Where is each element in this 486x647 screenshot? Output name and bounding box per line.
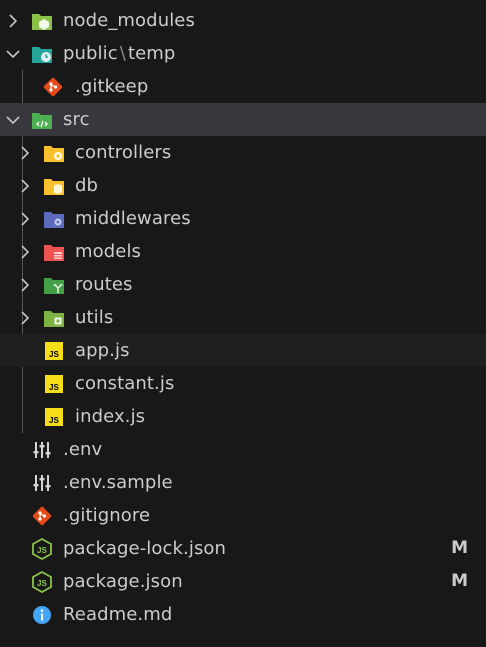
git-icon — [31, 505, 53, 527]
tree-item-label: Readme.md — [63, 604, 173, 625]
tree-item-label: .gitkeep — [75, 76, 149, 97]
tree-item-label: routes — [75, 274, 133, 295]
tree-item-label: index.js — [75, 406, 146, 427]
chevron-right-icon[interactable] — [18, 244, 32, 259]
path-segment-public[interactable]: public — [63, 43, 118, 64]
tree-item-label: controllers — [75, 142, 172, 163]
tree-item-index-js[interactable]: JS index.js — [0, 400, 486, 433]
tree-item-app-js[interactable]: JS app.js — [0, 334, 486, 367]
tree-item-gitignore[interactable]: .gitignore — [0, 499, 486, 532]
folder-middleware-icon — [43, 208, 65, 230]
svg-text:JS: JS — [37, 546, 47, 555]
folder-routes-icon — [43, 274, 65, 296]
chevron-right-icon[interactable] — [18, 310, 32, 325]
tree-item-label: package-lock.json — [63, 538, 227, 559]
nodejs-icon: JS — [31, 537, 53, 560]
tree-item-package-json[interactable]: JS package.json M — [0, 565, 486, 598]
chevron-right-icon[interactable] — [18, 178, 32, 193]
tree-item-label: db — [75, 175, 99, 196]
chevron-right-icon[interactable] — [18, 277, 32, 292]
folder-src-icon — [31, 109, 53, 131]
tree-item-routes[interactable]: routes — [0, 268, 486, 301]
svg-text:JS: JS — [49, 350, 59, 359]
tree-item-db[interactable]: db — [0, 169, 486, 202]
tree-item-gitkeep[interactable]: .gitkeep — [0, 70, 486, 103]
file-explorer-tree: node_modules public \ temp .gitkeep src … — [0, 0, 486, 647]
tree-item-constant-js[interactable]: JS constant.js — [0, 367, 486, 400]
tree-item-label: package.json — [63, 571, 183, 592]
git-status-badge: M — [451, 538, 468, 558]
tree-item-models[interactable]: models — [0, 235, 486, 268]
tree-item-label: src — [63, 109, 90, 130]
tree-item-label: app.js — [75, 340, 130, 361]
tree-item-env-sample[interactable]: .env.sample — [0, 466, 486, 499]
tree-item-env[interactable]: .env — [0, 433, 486, 466]
path-segment-temp[interactable]: temp — [128, 43, 176, 64]
nodejs-icon: JS — [31, 570, 53, 593]
folder-controller-icon — [43, 142, 65, 164]
chevron-right-icon[interactable] — [6, 13, 20, 28]
svg-text:JS: JS — [49, 383, 59, 392]
chevron-down-icon[interactable] — [6, 47, 20, 61]
folder-node-icon — [31, 10, 53, 32]
svg-text:JS: JS — [37, 579, 47, 588]
tree-item-label: middlewares — [75, 208, 191, 229]
tree-item-utils[interactable]: utils — [0, 301, 486, 334]
tree-item-label: models — [75, 241, 142, 262]
tree-item-label: .env.sample — [63, 472, 173, 493]
tree-item-label: .gitignore — [63, 505, 151, 526]
git-icon — [42, 76, 64, 98]
folder-models-icon — [43, 241, 65, 263]
folder-database-icon — [43, 175, 65, 197]
chevron-down-icon[interactable] — [6, 113, 20, 127]
path-separator: \ — [119, 43, 126, 64]
js-icon: JS — [43, 373, 65, 395]
tree-item-label: .env — [63, 439, 103, 460]
chevron-right-icon[interactable] — [18, 211, 32, 226]
tree-item-readme-md[interactable]: Readme.md — [0, 598, 486, 631]
tree-item-public-temp[interactable]: public \ temp — [0, 37, 486, 70]
tree-item-label: constant.js — [75, 373, 175, 394]
tree-item-controllers[interactable]: controllers — [0, 136, 486, 169]
env-tune-icon — [31, 472, 53, 494]
tree-item-label: public \ temp — [63, 37, 175, 70]
info-icon — [31, 604, 53, 626]
tree-item-middlewares[interactable]: middlewares — [0, 202, 486, 235]
tree-item-label: utils — [75, 307, 114, 328]
chevron-right-icon[interactable] — [18, 145, 32, 160]
js-icon: JS — [43, 340, 65, 362]
svg-text:JS: JS — [49, 416, 59, 425]
js-icon: JS — [43, 406, 65, 428]
tree-item-package-lock-json[interactable]: JS package-lock.json M — [0, 532, 486, 565]
tree-item-node-modules[interactable]: node_modules — [0, 4, 486, 37]
tree-item-label: node_modules — [63, 10, 195, 31]
folder-utils-icon — [43, 307, 65, 329]
git-status-badge: M — [451, 571, 468, 591]
env-tune-icon — [31, 439, 53, 461]
folder-clock-icon — [31, 43, 53, 65]
tree-item-src[interactable]: src — [0, 103, 486, 136]
